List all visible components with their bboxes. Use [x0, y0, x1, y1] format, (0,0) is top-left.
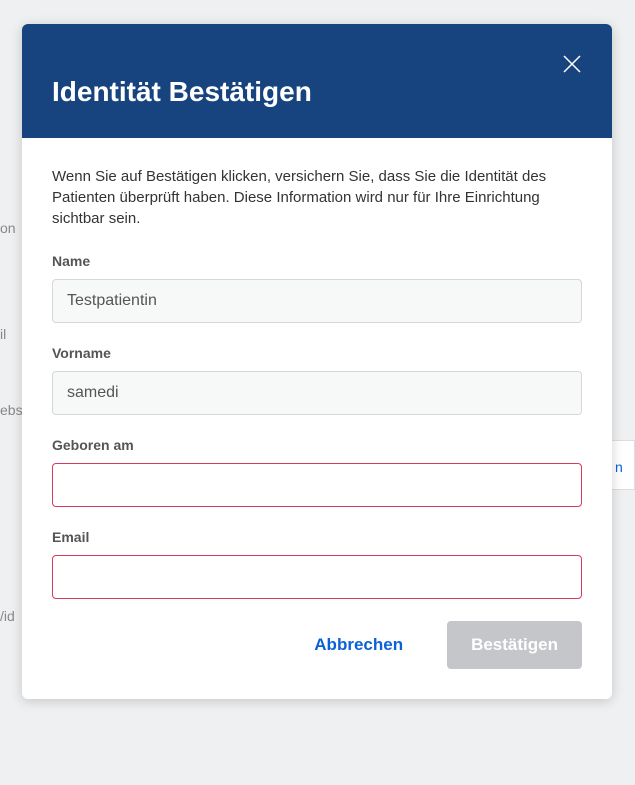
modal-body: Wenn Sie auf Bestätigen klicken, versich…: [22, 138, 612, 699]
name-input[interactable]: [52, 279, 582, 323]
form-group-name: Name: [52, 253, 582, 323]
geboren-input[interactable]: [52, 463, 582, 507]
email-label: Email: [52, 529, 582, 545]
modal-title: Identität Bestätigen: [52, 76, 582, 108]
form-group-email: Email: [52, 529, 582, 599]
close-icon: [563, 55, 581, 73]
vorname-input[interactable]: [52, 371, 582, 415]
geboren-label: Geboren am: [52, 437, 582, 453]
background-partial-text: on il ebs /id: [0, 200, 20, 700]
form-group-vorname: Vorname: [52, 345, 582, 415]
modal-footer: Abbrechen Bestätigen: [52, 621, 582, 669]
identity-confirm-modal: Identität Bestätigen Wenn Sie auf Bestät…: [22, 24, 612, 699]
background-partial-box: n: [610, 440, 635, 490]
confirm-button[interactable]: Bestätigen: [447, 621, 582, 669]
cancel-button[interactable]: Abbrechen: [290, 621, 427, 669]
modal-header: Identität Bestätigen: [22, 24, 612, 138]
vorname-label: Vorname: [52, 345, 582, 361]
email-input[interactable]: [52, 555, 582, 599]
close-button[interactable]: [560, 52, 584, 76]
name-label: Name: [52, 253, 582, 269]
form-group-geboren: Geboren am: [52, 437, 582, 507]
modal-description: Wenn Sie auf Bestätigen klicken, versich…: [52, 166, 582, 229]
